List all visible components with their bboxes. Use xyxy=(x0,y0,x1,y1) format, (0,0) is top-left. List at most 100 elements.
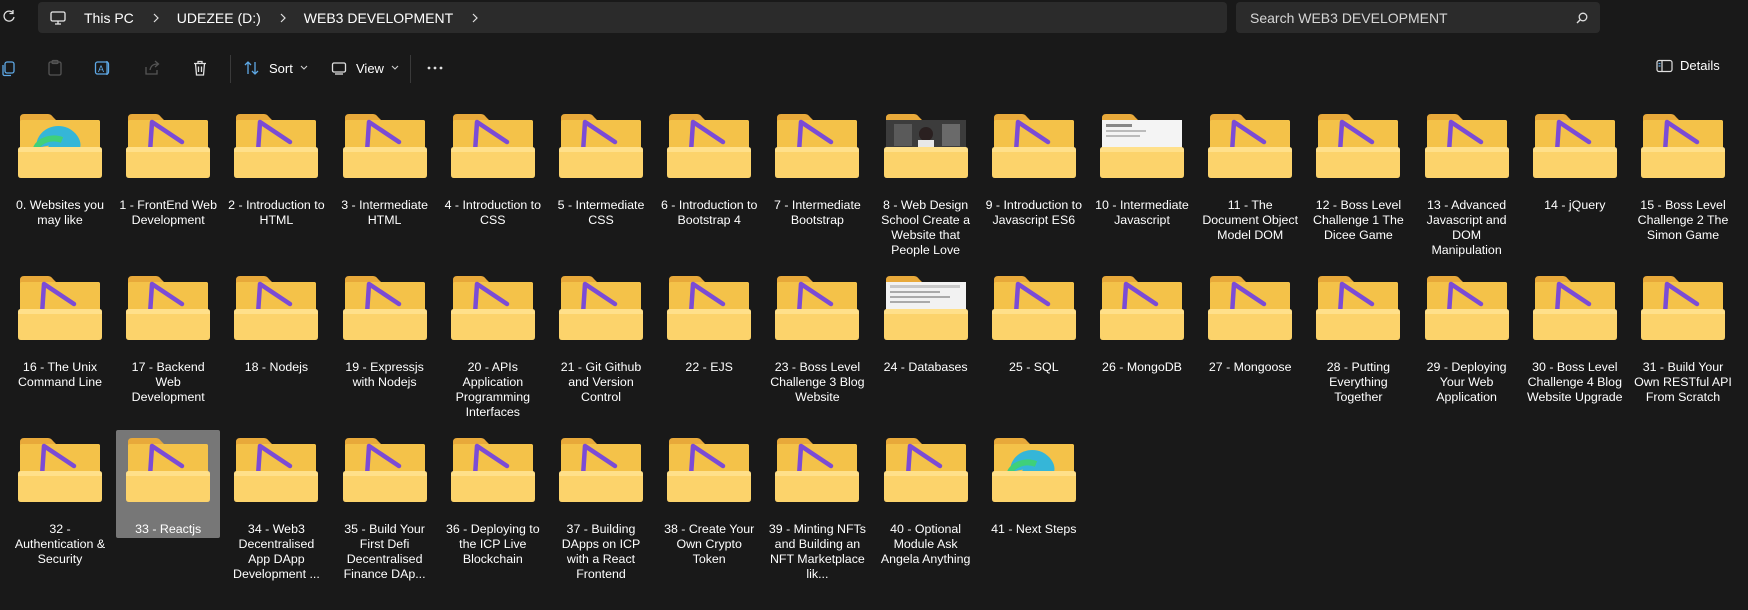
breadcrumb-drive[interactable]: UDEZEE (D:) xyxy=(177,10,261,26)
folder-label: 13 - Advanced Javascript and DOM Manipul… xyxy=(1426,198,1507,257)
folder-icon xyxy=(1424,114,1509,178)
rename-icon[interactable]: A xyxy=(94,59,112,77)
folder-label: 32 - Authentication & Security xyxy=(14,522,106,566)
folder-item[interactable]: 28 - Putting Everything Together xyxy=(1306,268,1410,404)
folder-item[interactable]: 8 - Web Design School Create a Website t… xyxy=(874,106,978,257)
paste-icon[interactable] xyxy=(46,59,64,77)
folder-label: 37 - Building DApps on ICP with a React … xyxy=(561,522,641,581)
folder-icon xyxy=(450,276,535,340)
folder-label: 10 - Intermediate Javascript xyxy=(1095,198,1189,227)
folder-label: 26 - MongoDB xyxy=(1102,360,1182,374)
folder-icon xyxy=(1532,114,1617,178)
folder-item[interactable]: 13 - Advanced Javascript and DOM Manipul… xyxy=(1415,106,1519,257)
folder-item[interactable]: 21 - Git Github and Version Control xyxy=(549,268,653,404)
folder-item[interactable]: 41 - Next Steps xyxy=(982,430,1086,538)
copy-icon[interactable] xyxy=(0,59,18,77)
folder-label: 23 - Boss Level Challenge 3 Blog Website xyxy=(770,360,865,404)
folder-item[interactable]: 23 - Boss Level Challenge 3 Blog Website xyxy=(765,268,869,404)
folder-item[interactable]: 3 - Intermediate HTML xyxy=(333,106,437,227)
folder-item[interactable]: 35 - Build Your First Defi Decentralised… xyxy=(333,430,437,581)
folder-item[interactable]: 4 - Introduction to CSS xyxy=(441,106,545,227)
search-input[interactable]: Search WEB3 DEVELOPMENT xyxy=(1236,2,1600,33)
chevron-right-icon[interactable] xyxy=(279,13,287,23)
folder-label: 17 - Backend Web Development xyxy=(131,360,205,404)
folder-icon xyxy=(450,114,535,178)
folder-label: 18 - Nodejs xyxy=(244,360,309,374)
sort-button[interactable]: Sort xyxy=(244,58,308,78)
folder-label: 35 - Build Your First Defi Decentralised… xyxy=(343,522,426,581)
chevron-right-icon[interactable] xyxy=(152,13,160,23)
breadcrumb-this-pc[interactable]: This PC xyxy=(84,10,134,26)
folder-item[interactable]: 6 - Introduction to Bootstrap 4 xyxy=(657,106,761,227)
folder-item[interactable]: 40 - Optional Module Ask Angela Anything xyxy=(874,430,978,566)
refresh-icon[interactable] xyxy=(2,9,16,23)
folder-item[interactable]: 38 - Create Your Own Crypto Token xyxy=(657,430,761,566)
address-bar[interactable]: This PC UDEZEE (D:) WEB3 DEVELOPMENT xyxy=(38,2,1227,33)
folder-item[interactable]: 9 - Introduction to Javascript ES6 xyxy=(982,106,1086,227)
folder-label: 14 - jQuery xyxy=(1544,198,1606,212)
folder-item[interactable]: 15 - Boss Level Challenge 2 The Simon Ga… xyxy=(1631,106,1735,242)
folder-label: 5 - Intermediate CSS xyxy=(557,198,645,227)
folder-item[interactable]: 19 - Expressjs with Nodejs xyxy=(333,268,437,389)
search-icon[interactable] xyxy=(1576,12,1588,24)
folder-label: 29 - Deploying Your Web Application xyxy=(1426,360,1507,404)
folder-item[interactable]: 24 - Databases xyxy=(874,268,978,376)
folder-label: 34 - Web3 Decentralised App DApp Develop… xyxy=(233,522,320,581)
folder-item[interactable]: 32 - Authentication & Security xyxy=(8,430,112,566)
folder-item[interactable]: 1 - FrontEnd Web Development xyxy=(116,106,220,227)
folder-icon xyxy=(1100,114,1184,178)
share-icon[interactable] xyxy=(143,59,161,77)
folder-item[interactable]: 34 - Web3 Decentralised App DApp Develop… xyxy=(224,430,328,581)
more-icon[interactable] xyxy=(426,59,444,77)
folder-item[interactable]: 30 - Boss Level Challenge 4 Blog Website… xyxy=(1523,268,1627,404)
folder-item[interactable]: 39 - Minting NFTs and Building an NFT Ma… xyxy=(765,430,869,581)
folder-item[interactable]: 33 - Reactjs xyxy=(116,430,221,538)
breadcrumb-current-folder[interactable]: WEB3 DEVELOPMENT xyxy=(304,10,453,26)
view-label: View xyxy=(356,60,384,76)
folder-label: 20 - APIs Application Programming Interf… xyxy=(455,360,530,419)
folder-item[interactable]: 0. Websites you may like xyxy=(8,106,112,227)
folder-item[interactable]: 5 - Intermediate CSS xyxy=(549,106,653,227)
sort-label: Sort xyxy=(269,60,293,76)
folder-icon xyxy=(883,114,968,178)
folder-item[interactable]: 18 - Nodejs xyxy=(224,268,328,376)
folder-label: 28 - Putting Everything Together xyxy=(1326,360,1391,404)
folder-item[interactable]: 27 - Mongoose xyxy=(1198,268,1302,376)
folder-item[interactable]: 17 - Backend Web Development xyxy=(116,268,220,404)
folder-label: 16 - The Unix Command Line xyxy=(17,360,103,389)
folder-item[interactable]: 37 - Building DApps on ICP with a React … xyxy=(549,430,653,581)
folder-icon xyxy=(559,438,643,502)
folder-icon xyxy=(775,438,860,502)
folder-item[interactable]: 26 - MongoDB xyxy=(1090,268,1194,376)
view-button[interactable]: View xyxy=(331,58,399,78)
folder-item[interactable]: 29 - Deploying Your Web Application xyxy=(1415,268,1519,404)
folder-label: 39 - Minting NFTs and Building an NFT Ma… xyxy=(768,522,866,581)
folder-icon xyxy=(1424,276,1509,340)
toolbar-divider xyxy=(230,55,231,83)
folder-item[interactable]: 7 - Intermediate Bootstrap xyxy=(765,106,869,227)
folder-icon xyxy=(1532,276,1617,340)
folder-item[interactable]: 31 - Build Your Own RESTful API From Scr… xyxy=(1631,268,1735,404)
folder-icon xyxy=(450,438,535,502)
folder-item[interactable]: 2 - Introduction to HTML xyxy=(224,106,328,227)
folder-item[interactable]: 16 - The Unix Command Line xyxy=(8,268,112,389)
folder-item[interactable]: 36 - Deploying to the ICP Live Blockchai… xyxy=(441,430,545,566)
folder-item[interactable]: 11 - The Document Object Model DOM xyxy=(1198,106,1302,242)
delete-icon[interactable] xyxy=(191,59,209,77)
folder-label: 1 - FrontEnd Web Development xyxy=(119,198,217,227)
folder-item[interactable]: 10 - Intermediate Javascript xyxy=(1090,106,1194,227)
folder-icon xyxy=(1100,276,1184,340)
folder-item[interactable]: 22 - EJS xyxy=(657,268,761,376)
folder-item[interactable]: 12 - Boss Level Challenge 1 The Dicee Ga… xyxy=(1306,106,1410,242)
folder-icon xyxy=(559,276,643,340)
folder-item[interactable]: 20 - APIs Application Programming Interf… xyxy=(441,268,545,419)
folder-item[interactable]: 25 - SQL xyxy=(982,268,1086,376)
folder-icon xyxy=(342,114,427,178)
address-row: This PC UDEZEE (D:) WEB3 DEVELOPMENT Sea… xyxy=(0,0,1748,35)
folder-label: 27 - Mongoose xyxy=(1208,360,1292,374)
chevron-right-icon[interactable] xyxy=(471,13,479,23)
search-placeholder: Search WEB3 DEVELOPMENT xyxy=(1250,9,1448,26)
details-pane-button[interactable]: Details xyxy=(1656,58,1720,73)
folder-item[interactable]: 14 - jQuery xyxy=(1523,106,1627,214)
folder-label: 8 - Web Design School Create a Website t… xyxy=(881,198,971,257)
